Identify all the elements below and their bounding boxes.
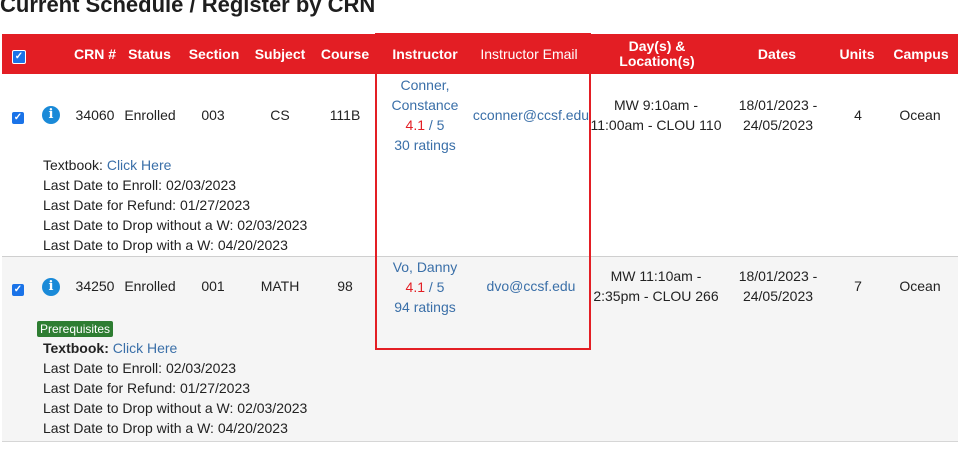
campus-cell: Ocean [899, 107, 941, 123]
table-row: ✓ i 34250 Enrolled 001 MATH 98 Vo, Danny… [2, 256, 958, 442]
subject-cell: MATH [260, 278, 300, 294]
select-all-checkbox[interactable]: ✓ [12, 50, 26, 64]
header-instructor[interactable]: Instructor [380, 34, 470, 74]
instructor-name-link[interactable]: Constance [377, 95, 473, 115]
rating-count-link[interactable]: 30 ratings [377, 135, 473, 155]
course-cell: 111B [329, 107, 361, 123]
header-crn[interactable]: CRN # [74, 34, 116, 74]
instructor-email-link[interactable]: cconner@ccsf.edu [472, 105, 590, 125]
drop-with-w-date: Last Date to Drop with a W: 04/20/2023 [43, 237, 288, 253]
location-line: 2:35pm - CLOU 266 [593, 288, 719, 304]
start-date: 18/01/2023 - [738, 97, 818, 113]
units-cell: 7 [854, 278, 862, 294]
info-icon[interactable]: i [42, 278, 60, 296]
status-cell: Enrolled [124, 107, 176, 123]
crn-cell: 34250 [75, 278, 115, 294]
info-icon[interactable]: i [42, 106, 60, 124]
status-cell: Enrolled [124, 278, 176, 294]
end-date: 24/05/2023 [742, 117, 814, 133]
table-header: ✓ CRN # Status Section Subject Course In… [2, 34, 958, 74]
rating-count-link[interactable]: 94 ratings [377, 297, 473, 317]
days-line: MW 11:10am - [610, 268, 702, 284]
dates-cell: 18/01/2023 - 24/05/2023 [728, 266, 828, 306]
instructor-email-link[interactable]: dvo@ccsf.edu [472, 276, 590, 296]
prerequisites-badge[interactable]: Prerequisites [37, 321, 114, 337]
instructor-cell: Conner, Constance 4.1 / 5 30 ratings [377, 75, 473, 155]
drop-without-w-date: Last Date to Drop without a W: 02/03/202… [43, 217, 308, 233]
header-units[interactable]: Units [832, 34, 882, 74]
last-enroll-date: Last Date to Enroll: 02/03/2023 [43, 360, 237, 376]
end-date: 24/05/2023 [742, 288, 814, 304]
dates-cell: 18/01/2023 - 24/05/2023 [728, 95, 828, 135]
subject-cell: CS [270, 107, 290, 123]
instructor-name-link[interactable]: Vo, Danny [377, 257, 473, 277]
rating-value: 4.1 [405, 117, 425, 133]
header-dates[interactable]: Dates [742, 34, 812, 74]
drop-with-w-date: Last Date to Drop with a W: 04/20/2023 [43, 420, 288, 436]
instructor-rating[interactable]: 4.1 / 5 [377, 115, 473, 135]
header-campus[interactable]: Campus [890, 34, 952, 74]
last-refund-date: Last Date for Refund: 01/27/2023 [43, 380, 251, 396]
days-location-cell: MW 9:10am - 11:00am - CLOU 110 [590, 95, 722, 135]
location-line: 11:00am - CLOU 110 [590, 117, 722, 133]
table-row: ✓ i 34060 Enrolled 003 CS 111B Conner, C… [2, 74, 958, 256]
instructor-cell: Vo, Danny 4.1 / 5 94 ratings [377, 257, 473, 317]
header-section[interactable]: Section [184, 34, 244, 74]
days-location-cell: MW 11:10am - 2:35pm - CLOU 266 [590, 266, 722, 306]
header-course[interactable]: Course [318, 34, 372, 74]
textbook-link[interactable]: Click Here [107, 157, 172, 173]
header-status[interactable]: Status [122, 34, 177, 74]
header-days-location[interactable]: Day(s) & Location(s) [602, 34, 712, 74]
section-cell: 003 [201, 107, 225, 123]
header-subject[interactable]: Subject [252, 34, 308, 74]
units-cell: 4 [854, 107, 862, 123]
textbook-link[interactable]: Click Here [113, 340, 178, 356]
page-title: Current Schedule / Register by CRN [0, 0, 376, 17]
row-checkbox[interactable]: ✓ [12, 112, 24, 124]
section-cell: 001 [201, 278, 225, 294]
textbook-line: Textbook: Click Here [43, 338, 177, 358]
instructor-rating[interactable]: 4.1 / 5 [377, 277, 473, 297]
row-checkbox[interactable]: ✓ [12, 284, 24, 296]
days-line: MW 9:10am - [613, 97, 698, 113]
textbook-line: Textbook: Click Here [43, 155, 171, 175]
last-refund-date: Last Date for Refund: 01/27/2023 [43, 197, 251, 213]
header-instructor-email[interactable]: Instructor Email [472, 34, 586, 74]
campus-cell: Ocean [899, 278, 941, 294]
rating-out-of: / 5 [425, 117, 445, 133]
rating-value: 4.1 [405, 279, 425, 295]
crn-cell: 34060 [75, 107, 115, 123]
textbook-label: Textbook: [43, 340, 109, 356]
drop-without-w-date: Last Date to Drop without a W: 02/03/202… [43, 400, 308, 416]
last-enroll-date: Last Date to Enroll: 02/03/2023 [43, 177, 237, 193]
instructor-name-link[interactable]: Conner, [377, 75, 473, 95]
start-date: 18/01/2023 - [738, 268, 818, 284]
textbook-label: Textbook: [43, 157, 103, 173]
course-cell: 98 [337, 278, 353, 294]
rating-out-of: / 5 [425, 279, 445, 295]
